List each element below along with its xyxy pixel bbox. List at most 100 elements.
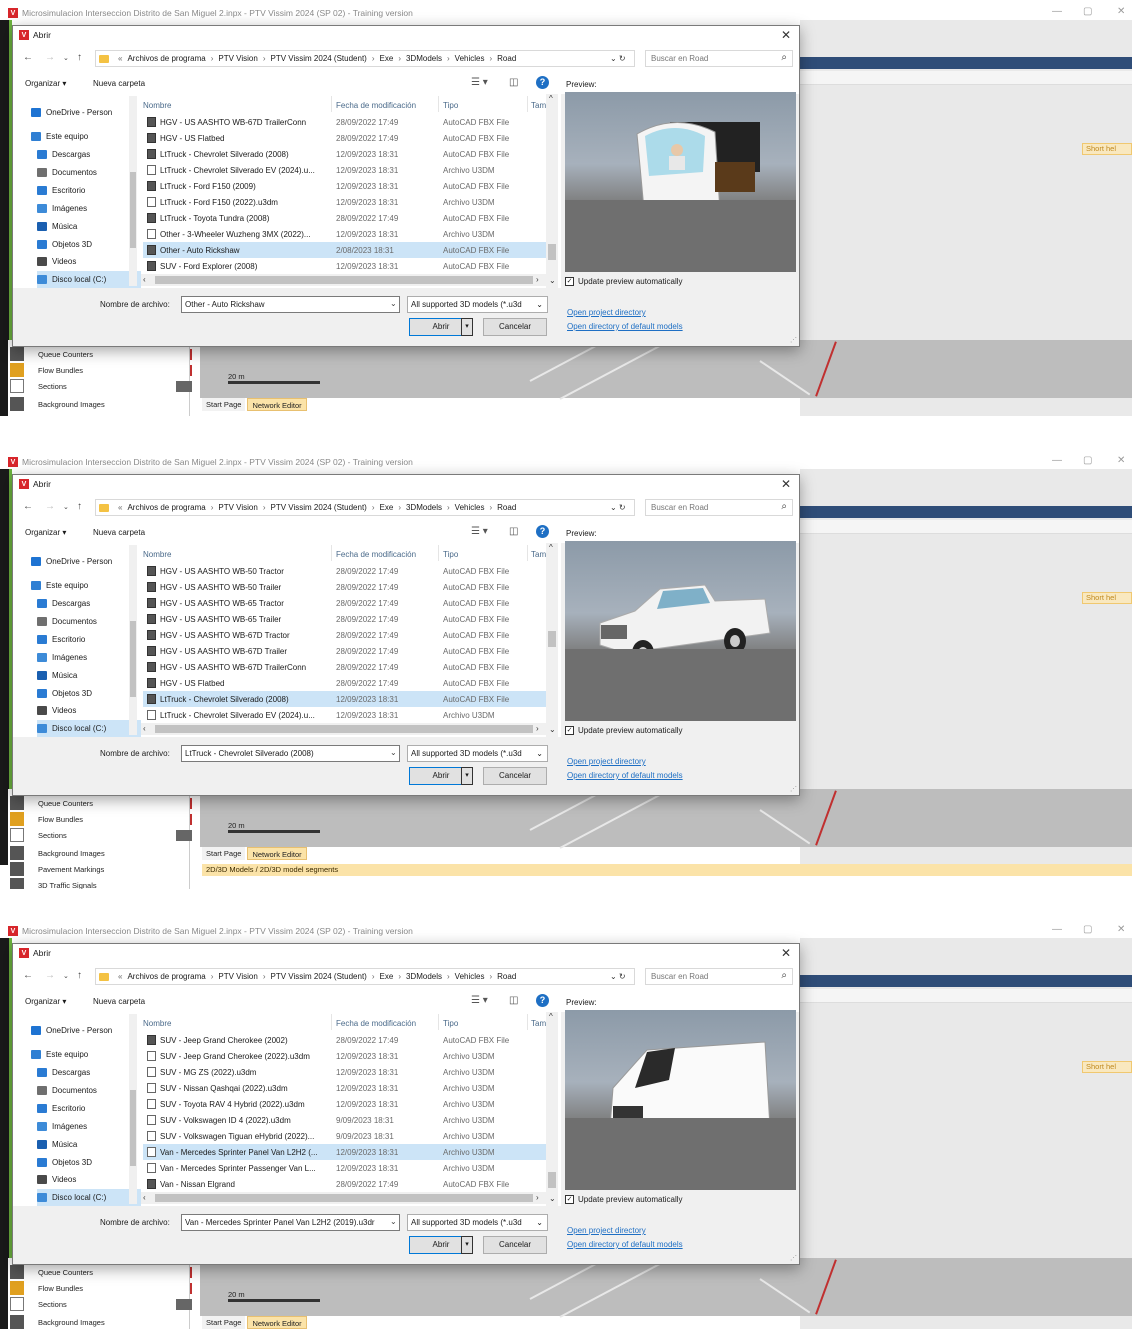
network-object-sections[interactable]: Sections [8, 378, 192, 394]
file-row[interactable]: HGV - US AASHTO WB-50 Trailer 28/09/2022 … [143, 579, 547, 595]
open-button[interactable]: Abrir ▾ [409, 767, 473, 785]
column-header-date[interactable]: Fecha de modificación [336, 1012, 416, 1030]
filename-dropdown-icon[interactable]: ⌄ [390, 1217, 397, 1226]
breadcrumb-item[interactable]: 3DModels [406, 503, 442, 512]
search-input[interactable]: Buscar en Road ⌕ [645, 499, 793, 516]
file-row[interactable]: LtTruck - Chevrolet Silverado (2008) 12/0… [143, 691, 547, 707]
path-dropdown-icon[interactable]: ⌄ ↻ [610, 972, 626, 981]
breadcrumb-item[interactable]: Vehicles [455, 972, 485, 981]
file-row[interactable]: HGV - US AASHTO WB-67D Trailer 28/09/2022… [143, 643, 547, 659]
navigation-scrollbar[interactable] [129, 1014, 137, 1204]
file-row[interactable]: Van - Mercedes Sprinter Panel Van L2H2 (… [143, 1144, 547, 1160]
short-help-tab[interactable]: Short hel [1082, 592, 1132, 604]
breadcrumb-item[interactable]: Exe [380, 54, 394, 63]
panel-tab-2d3d-models[interactable]: 2D/3D Models / 2D/3D model segments [202, 864, 1132, 876]
network-view[interactable] [200, 763, 1132, 849]
up-folder-icon[interactable]: ↑ [77, 501, 82, 512]
checkbox-icon[interactable]: ✓ [565, 726, 574, 735]
open-default-models-link[interactable]: Open directory of default models [567, 1240, 683, 1249]
tab-start-page[interactable]: Start Page [202, 847, 246, 860]
open-button[interactable]: Abrir ▾ [409, 1236, 473, 1254]
breadcrumb-item[interactable]: PTV Vissim 2024 (Student) [271, 54, 367, 63]
breadcrumb-item[interactable]: Road [497, 972, 516, 981]
search-input[interactable]: Buscar en Road ⌕ [645, 50, 793, 67]
close-app-button[interactable]: ✕ [1117, 6, 1125, 17]
dialog-close-button[interactable]: ✕ [781, 28, 791, 42]
tab-start-page[interactable]: Start Page [202, 1316, 246, 1329]
network-object-sections[interactable]: Sections [8, 827, 192, 843]
file-row[interactable]: LtTruck - Ford F150 (2009) 12/09/2023 18:… [143, 178, 547, 194]
file-row[interactable]: Van - Mercedes Sprinter Passenger Van L.… [143, 1160, 547, 1176]
update-preview-checkbox[interactable]: ✓ Update preview automatically [565, 277, 683, 286]
view-options-icon[interactable]: ☰ ▾ [471, 526, 488, 537]
file-row[interactable]: HGV - US AASHTO WB-67D TrailerConn 28/09/… [143, 114, 547, 130]
breadcrumb-item[interactable]: Archivos de programa [127, 54, 205, 63]
file-row[interactable]: SUV - Volkswagen Tiguan eHybrid (2022)..… [143, 1128, 547, 1144]
dialog-close-button[interactable]: ✕ [781, 477, 791, 491]
help-icon[interactable]: ? [536, 525, 549, 538]
view-options-icon[interactable]: ☰ ▾ [471, 77, 488, 88]
maximize-button[interactable]: ▢ [1083, 6, 1092, 17]
filename-input[interactable]: Other - Auto Rickshaw [181, 296, 400, 313]
tab-start-page[interactable]: Start Page [202, 398, 246, 411]
close-app-button[interactable]: ✕ [1117, 455, 1125, 466]
file-row[interactable]: HGV - US AASHTO WB-50 Tractor 28/09/2022 … [143, 563, 547, 579]
checkbox-icon[interactable]: ✓ [565, 277, 574, 286]
open-split-arrow-icon[interactable]: ▾ [461, 318, 473, 336]
maximize-button[interactable]: ▢ [1083, 924, 1092, 935]
navigation-scrollbar[interactable] [129, 545, 137, 735]
breadcrumb-item[interactable]: Road [497, 503, 516, 512]
network-object-background-images[interactable]: Background Images [8, 396, 190, 412]
column-header-name[interactable]: Nombre [143, 1012, 171, 1030]
file-row[interactable]: Other - 3-Wheeler Wuzheng 3MX (2022)... 1… [143, 226, 547, 242]
file-type-filter[interactable]: All supported 3D models (*.u3d ⌄ [407, 296, 548, 313]
path-dropdown-icon[interactable]: ⌄ ↻ [610, 54, 626, 63]
breadcrumb-item[interactable]: Exe [380, 503, 394, 512]
help-icon[interactable]: ? [536, 76, 549, 89]
search-input[interactable]: Buscar en Road ⌕ [645, 968, 793, 985]
breadcrumb[interactable]: «Archivos de programa › PTV Vision › PTV Vis… [95, 50, 635, 67]
file-row[interactable]: SUV - Jeep Grand Cherokee (2002) 28/09/20… [143, 1032, 547, 1048]
search-icon[interactable]: ⌕ [781, 970, 787, 981]
update-preview-checkbox[interactable]: ✓ Update preview automatically [565, 726, 683, 735]
forward-icon[interactable]: → [45, 970, 55, 981]
breadcrumb-item[interactable]: Road [497, 54, 516, 63]
file-row[interactable]: HGV - US AASHTO WB-67D Tractor 28/09/2022… [143, 627, 547, 643]
file-row[interactable]: HGV - US AASHTO WB-65 Tractor 28/09/2022 … [143, 595, 547, 611]
column-header-size[interactable]: Tam [531, 1012, 546, 1030]
dialog-close-button[interactable]: ✕ [781, 946, 791, 960]
new-folder-button[interactable]: Nueva carpeta [93, 997, 145, 1006]
file-row[interactable]: LtTruck - Chevrolet Silverado EV (2024).… [143, 707, 547, 723]
file-row[interactable]: SUV - Jeep Grand Cherokee (2022).u3dm 12/… [143, 1048, 547, 1064]
network-object-flow-bundles[interactable]: Flow Bundles [8, 811, 192, 827]
back-icon[interactable]: ← [23, 52, 33, 63]
forward-icon[interactable]: → [45, 52, 55, 63]
preview-pane-icon[interactable]: ◫ [509, 526, 518, 537]
file-type-filter[interactable]: All supported 3D models (*.u3d ⌄ [407, 1214, 548, 1231]
breadcrumb-item[interactable]: Exe [380, 972, 394, 981]
short-help-tab[interactable]: Short hel [1082, 143, 1132, 155]
organize-button[interactable]: Organizar ▾ [25, 528, 66, 537]
resize-grip-icon[interactable]: ⋰ [790, 785, 797, 793]
file-row[interactable]: SUV - Ford Explorer (2008) 12/09/2023 18:… [143, 258, 547, 274]
network-view[interactable] [200, 1232, 1132, 1318]
network-object-queue-counters[interactable]: Queue Counters [8, 346, 192, 362]
file-row[interactable]: LtTruck - Ford F150 (2022).u3dm 12/09/202… [143, 194, 547, 210]
filename-dropdown-icon[interactable]: ⌄ [390, 748, 397, 757]
network-object-flow-bundles[interactable]: Flow Bundles [8, 1280, 192, 1296]
breadcrumb-item[interactable]: Vehicles [455, 54, 485, 63]
breadcrumb-item[interactable]: PTV Vision [218, 972, 257, 981]
file-list-scrollbar[interactable]: ^ ⌄ [546, 94, 558, 288]
file-row[interactable]: SUV - Toyota RAV 4 Hybrid (2022).u3dm 12/… [143, 1096, 547, 1112]
cancel-button[interactable]: Cancelar [483, 318, 547, 336]
maximize-button[interactable]: ▢ [1083, 455, 1092, 466]
search-icon[interactable]: ⌕ [781, 501, 787, 512]
column-header-size[interactable]: Tam [531, 543, 546, 561]
file-row[interactable]: SUV - Volkswagen ID 4 (2022).u3dm 9/09/20… [143, 1112, 547, 1128]
column-header-name[interactable]: Nombre [143, 543, 171, 561]
open-project-directory-link[interactable]: Open project directory [567, 1226, 646, 1235]
open-project-directory-link[interactable]: Open project directory [567, 757, 646, 766]
help-icon[interactable]: ? [536, 994, 549, 1007]
file-type-filter[interactable]: All supported 3D models (*.u3d ⌄ [407, 745, 548, 762]
tab-network-editor[interactable]: Network Editor [247, 398, 307, 411]
